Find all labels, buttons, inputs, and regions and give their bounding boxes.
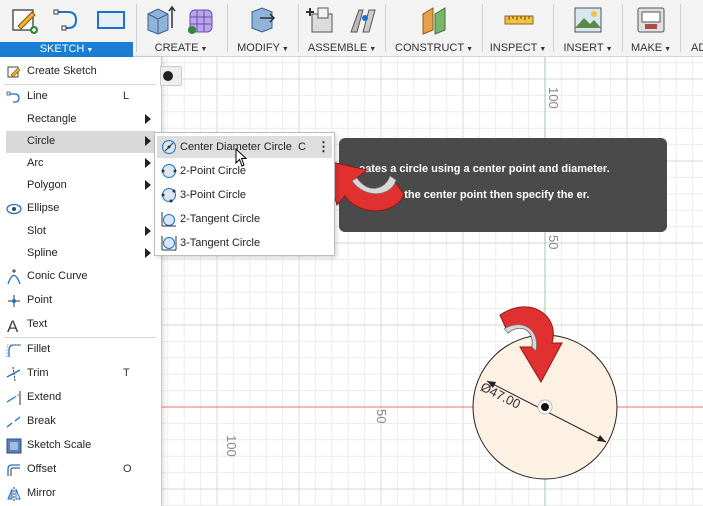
submenu-item-3-point-circle[interactable]: 3-Point Circle: [157, 184, 332, 206]
menu-item-break[interactable]: Break: [0, 411, 160, 433]
menu-item-trim[interactable]: Trim T: [0, 363, 160, 385]
line-icon: [6, 91, 20, 103]
menu-item-rectangle[interactable]: Rectangle: [0, 109, 160, 131]
menu-item-conic-curve[interactable]: Conic Curve: [0, 266, 160, 288]
center-diameter-circle-icon: [162, 140, 176, 154]
menu-item-slot[interactable]: Slot: [0, 221, 160, 243]
menu-item-polygon[interactable]: Polygon: [0, 175, 160, 197]
menu-item-fillet[interactable]: Fillet: [0, 339, 160, 361]
menu-item-offset[interactable]: Offset O: [0, 459, 160, 481]
submenu-arrow-icon: [145, 114, 151, 124]
browser-collapse-control[interactable]: [160, 66, 182, 86]
ellipse-icon: [6, 203, 22, 215]
3-point-circle-icon: [161, 188, 176, 203]
2-point-circle-icon: [161, 164, 177, 178]
point-icon: [8, 295, 20, 307]
menu-item-point[interactable]: Point: [0, 290, 160, 312]
sketch-dropdown-menu: Create Sketch Line L Rectangle Circle Ar…: [0, 57, 162, 506]
submenu-item-2-tangent-circle[interactable]: 2-Tangent Circle: [157, 208, 332, 230]
menu-item-arc[interactable]: Arc: [0, 153, 160, 175]
menu-item-text[interactable]: A Text: [0, 314, 160, 336]
submenu-arrow-icon: [145, 158, 151, 168]
submenu-arrow-icon: [145, 180, 151, 190]
menu-item-create-sketch[interactable]: Create Sketch: [0, 61, 160, 83]
menu-item-sketch-scale[interactable]: Sketch Scale: [0, 435, 160, 457]
2-tangent-circle-icon: [161, 212, 176, 227]
submenu-item-3-tangent-circle[interactable]: 3-Tangent Circle: [157, 232, 332, 254]
collapse-icon: [163, 71, 173, 81]
submenu-arrow-icon: [145, 248, 151, 258]
menu-item-mirror[interactable]: Mirror: [0, 483, 160, 505]
extend-icon: [6, 391, 21, 405]
fillet-icon: [6, 344, 21, 357]
create-sketch-icon: [7, 66, 21, 78]
svg-text:A: A: [7, 317, 19, 333]
break-icon: [6, 416, 21, 428]
mouse-cursor-icon: [235, 148, 248, 167]
conic-curve-icon: [7, 269, 21, 285]
submenu-arrow-icon: [145, 136, 151, 146]
offset-icon: [7, 464, 20, 476]
text-icon: A: [7, 317, 19, 333]
3-tangent-circle-icon: [161, 236, 177, 251]
submenu-arrow-icon: [145, 226, 151, 236]
menu-item-ellipse[interactable]: Ellipse: [0, 198, 160, 220]
sketch-scale-icon: [6, 438, 22, 454]
mirror-icon: [7, 487, 21, 501]
trim-icon: [6, 366, 21, 382]
menu-item-extend[interactable]: Extend: [0, 387, 160, 409]
more-options-icon[interactable]: ⋮: [317, 139, 330, 155]
menu-item-circle[interactable]: Circle: [6, 131, 156, 153]
menu-item-spline[interactable]: Spline: [0, 243, 160, 265]
menu-item-line[interactable]: Line L: [0, 86, 160, 108]
